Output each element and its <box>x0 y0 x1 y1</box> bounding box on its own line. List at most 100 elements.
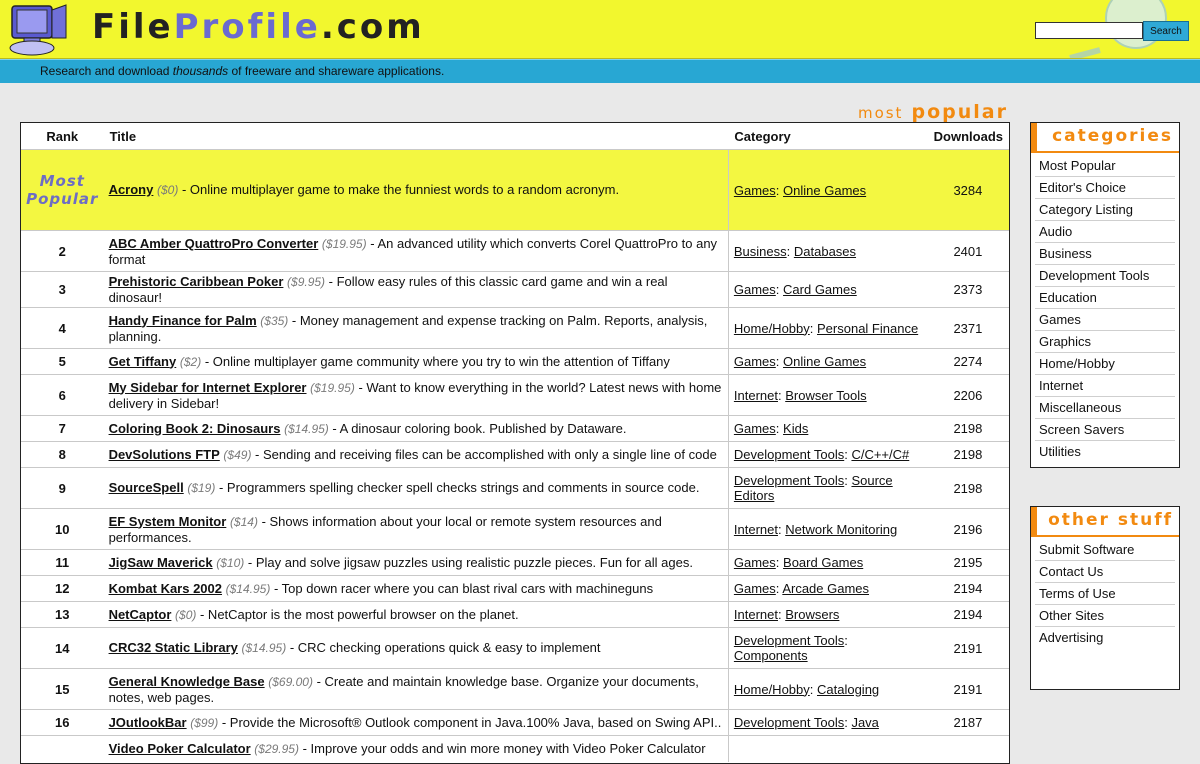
sidebar-link[interactable]: Business <box>1035 243 1175 265</box>
search-input[interactable] <box>1035 22 1143 39</box>
software-title-link[interactable]: DevSolutions FTP <box>109 447 220 462</box>
software-title-link[interactable]: JOutlookBar <box>109 715 187 730</box>
sidebar-link[interactable]: Category Listing <box>1035 199 1175 221</box>
download-count: 2191 <box>926 627 1009 669</box>
price: ($35) <box>260 313 289 328</box>
software-title-link[interactable]: Video Poker Calculator <box>109 741 251 756</box>
category-link[interactable]: Home/Hobby <box>734 321 810 336</box>
download-count: 3284 <box>926 149 1009 231</box>
category-link[interactable]: Games <box>734 581 776 596</box>
software-title-link[interactable]: NetCaptor <box>109 607 172 622</box>
table-row: 5 Get Tiffany ($2) - Online multiplayer g… <box>21 348 1009 375</box>
download-count: 2371 <box>926 307 1009 349</box>
sidebar-link[interactable]: Utilities <box>1035 441 1175 462</box>
category-link[interactable]: Business <box>734 244 787 259</box>
site-logo-text[interactable]: FileProfile.com <box>92 7 425 47</box>
table-row: 9 SourceSpell ($19) - Programmers spellin… <box>21 467 1009 509</box>
software-title-link[interactable]: Handy Finance for Palm <box>109 313 257 328</box>
subcategory-link[interactable]: Browsers <box>785 607 839 622</box>
category-cell: Games: Board Games <box>727 549 927 576</box>
table-row: 3 Prehistoric Caribbean Poker ($9.95) - F… <box>21 271 1009 308</box>
sidebar-link[interactable]: Submit Software <box>1035 539 1175 561</box>
software-title-link[interactable]: SourceSpell <box>109 480 184 495</box>
title-cell: Coloring Book 2: Dinosaurs ($14.95) - A … <box>103 415 729 442</box>
computer-logo-icon[interactable] <box>8 2 74 58</box>
category-link[interactable]: Games <box>734 354 776 369</box>
category-link[interactable]: Development Tools <box>734 473 844 488</box>
category-link[interactable]: Games <box>734 421 776 436</box>
subcategory-link[interactable]: Network Monitoring <box>785 522 897 537</box>
search-button[interactable]: Search <box>1143 21 1189 41</box>
subcategory-link[interactable]: Java <box>851 715 878 730</box>
table-row: 7 Coloring Book 2: Dinosaurs ($14.95) - A… <box>21 415 1009 442</box>
section-title-light: most <box>857 104 904 122</box>
table-row: 14 CRC32 Static Library ($14.95) - CRC ch… <box>21 627 1009 669</box>
title-cell: SourceSpell ($19) - Programmers spelling… <box>103 467 729 509</box>
software-title-link[interactable]: My Sidebar for Internet Explorer <box>109 380 307 395</box>
sidebar-link[interactable]: Miscellaneous <box>1035 397 1175 419</box>
sidebar-link[interactable]: Contact Us <box>1035 561 1175 583</box>
brand-part: Profile <box>173 7 321 47</box>
sidebar-link[interactable]: Education <box>1035 287 1175 309</box>
title-cell: DevSolutions FTP ($49) - Sending and rec… <box>103 441 729 468</box>
title-cell: EF System Monitor ($14) - Shows informat… <box>103 508 729 550</box>
subcategory-link[interactable]: Arcade Games <box>782 581 869 596</box>
category-link[interactable]: Games <box>734 183 776 198</box>
category-link[interactable]: Internet <box>734 522 778 537</box>
rank-number: 8 <box>21 441 104 468</box>
sidebar-link[interactable]: Terms of Use <box>1035 583 1175 605</box>
sidebar-link[interactable]: Screen Savers <box>1035 419 1175 441</box>
download-count: 2196 <box>926 508 1009 550</box>
subcategory-link[interactable]: Card Games <box>783 282 857 297</box>
category-link[interactable]: Development Tools <box>734 715 844 730</box>
sidebar-link[interactable]: Internet <box>1035 375 1175 397</box>
download-count: 2194 <box>926 575 1009 602</box>
subcategory-link[interactable]: Components <box>734 648 808 663</box>
category-link[interactable]: Home/Hobby <box>734 682 810 697</box>
subcategory-link[interactable]: Kids <box>783 421 808 436</box>
subcategory-link[interactable]: C/C++/C# <box>851 447 909 462</box>
sidebar-link[interactable]: Games <box>1035 309 1175 331</box>
subcategory-link[interactable]: Online Games <box>783 183 866 198</box>
category-link[interactable]: Development Tools <box>734 447 844 462</box>
subcategory-link[interactable]: Online Games <box>783 354 866 369</box>
software-title-link[interactable]: EF System Monitor <box>109 514 227 529</box>
sidebar-link[interactable]: Development Tools <box>1035 265 1175 287</box>
software-title-link[interactable]: JigSaw Maverick <box>109 555 213 570</box>
sidebar-link[interactable]: Most Popular <box>1035 155 1175 177</box>
subcategory-link[interactable]: Databases <box>794 244 856 259</box>
subcategory-link[interactable]: Browser Tools <box>785 388 866 403</box>
title-cell: Get Tiffany ($2) - Online multiplayer ga… <box>103 348 729 375</box>
subcategory-link[interactable]: Board Games <box>783 555 863 570</box>
download-count: 2198 <box>926 467 1009 509</box>
rank-number: 14 <box>21 627 104 669</box>
sidebar-link[interactable]: Editor's Choice <box>1035 177 1175 199</box>
software-title-link[interactable]: Get Tiffany <box>109 354 177 369</box>
sidebar-link[interactable]: Other Sites <box>1035 605 1175 627</box>
category-link[interactable]: Games <box>734 555 776 570</box>
sidebar-link[interactable]: Advertising <box>1035 627 1175 648</box>
software-title-link[interactable]: Coloring Book 2: Dinosaurs <box>109 421 281 436</box>
subcategory-link[interactable]: Cataloging <box>817 682 879 697</box>
software-title-link[interactable]: General Knowledge Base <box>109 674 265 689</box>
download-count: 2373 <box>926 271 1009 308</box>
sidebar-link[interactable]: Home/Hobby <box>1035 353 1175 375</box>
sidebar-link[interactable]: Audio <box>1035 221 1175 243</box>
category-link[interactable]: Internet <box>734 607 778 622</box>
category-cell: Games: Kids <box>727 415 927 442</box>
software-title-link[interactable]: Prehistoric Caribbean Poker <box>109 274 284 289</box>
sidebar-link[interactable]: Graphics <box>1035 331 1175 353</box>
subcategory-link[interactable]: Personal Finance <box>817 321 918 336</box>
price: ($69.00) <box>268 674 313 689</box>
software-title-link[interactable]: ABC Amber QuattroPro Converter <box>109 236 319 251</box>
title-cell: JigSaw Maverick ($10) - Play and solve j… <box>103 549 729 576</box>
software-title-link[interactable]: Acrony <box>109 182 154 197</box>
software-title-link[interactable]: CRC32 Static Library <box>109 640 238 655</box>
category-link[interactable]: Development Tools <box>734 633 844 648</box>
software-title-link[interactable]: Kombat Kars 2002 <box>109 581 222 596</box>
category-link[interactable]: Games <box>734 282 776 297</box>
price: ($19.95) <box>310 380 355 395</box>
title-cell: Prehistoric Caribbean Poker ($9.95) - Fo… <box>103 271 729 308</box>
category-link[interactable]: Internet <box>734 388 778 403</box>
price: ($19) <box>187 481 216 495</box>
